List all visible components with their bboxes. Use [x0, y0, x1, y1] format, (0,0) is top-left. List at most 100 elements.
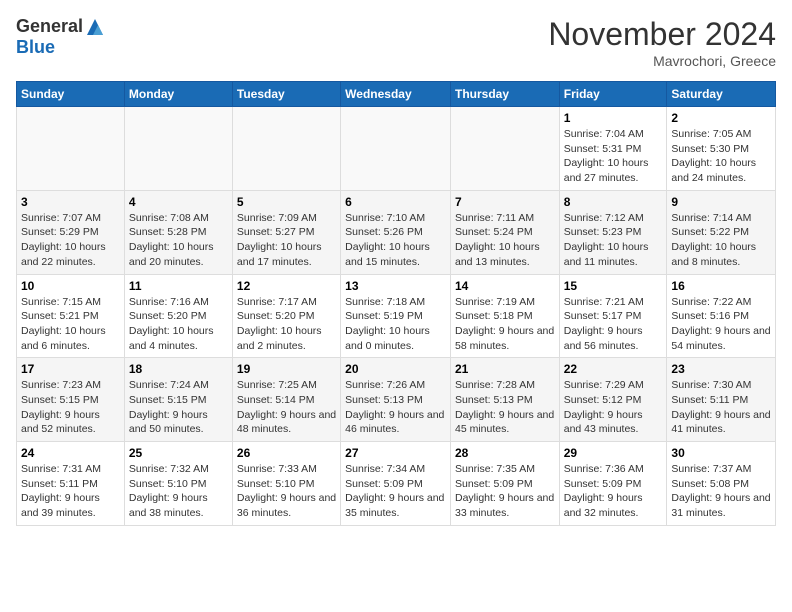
day-info: Sunrise: 7:14 AM Sunset: 5:22 PM Dayligh… [671, 211, 771, 270]
calendar-week-5: 24 Sunrise: 7:31 AM Sunset: 5:11 PM Dayli… [17, 442, 776, 526]
day-info: Sunrise: 7:08 AM Sunset: 5:28 PM Dayligh… [129, 211, 228, 270]
calendar-cell: 30 Sunrise: 7:37 AM Sunset: 5:08 PM Dayli… [667, 442, 776, 526]
weekday-header-wednesday: Wednesday [341, 82, 451, 107]
calendar-cell: 19 Sunrise: 7:25 AM Sunset: 5:14 PM Dayli… [232, 358, 340, 442]
day-number: 13 [345, 279, 446, 293]
calendar-week-2: 3 Sunrise: 7:07 AM Sunset: 5:29 PM Daylig… [17, 190, 776, 274]
logo-blue-text: Blue [16, 37, 55, 58]
calendar-cell: 22 Sunrise: 7:29 AM Sunset: 5:12 PM Dayli… [559, 358, 667, 442]
day-number: 14 [455, 279, 555, 293]
day-info: Sunrise: 7:07 AM Sunset: 5:29 PM Dayligh… [21, 211, 120, 270]
day-number: 27 [345, 446, 446, 460]
day-info: Sunrise: 7:32 AM Sunset: 5:10 PM Dayligh… [129, 462, 228, 521]
calendar-cell [232, 107, 340, 191]
page-header: General Blue November 2024 Mavrochori, G… [16, 16, 776, 69]
calendar-cell: 28 Sunrise: 7:35 AM Sunset: 5:09 PM Dayli… [450, 442, 559, 526]
day-info: Sunrise: 7:12 AM Sunset: 5:23 PM Dayligh… [564, 211, 663, 270]
calendar-cell [450, 107, 559, 191]
calendar-cell: 1 Sunrise: 7:04 AM Sunset: 5:31 PM Daylig… [559, 107, 667, 191]
day-number: 5 [237, 195, 336, 209]
calendar-cell: 6 Sunrise: 7:10 AM Sunset: 5:26 PM Daylig… [341, 190, 451, 274]
day-number: 29 [564, 446, 663, 460]
day-info: Sunrise: 7:34 AM Sunset: 5:09 PM Dayligh… [345, 462, 446, 521]
day-number: 10 [21, 279, 120, 293]
calendar-cell: 11 Sunrise: 7:16 AM Sunset: 5:20 PM Dayli… [124, 274, 232, 358]
calendar-cell: 7Sunrise: 7:11 AM Sunset: 5:24 PM Daylig… [450, 190, 559, 274]
day-number: 1 [564, 111, 663, 125]
calendar-cell: 12 Sunrise: 7:17 AM Sunset: 5:20 PM Dayli… [232, 274, 340, 358]
day-info: Sunrise: 7:35 AM Sunset: 5:09 PM Dayligh… [455, 462, 555, 521]
calendar-cell: 10 Sunrise: 7:15 AM Sunset: 5:21 PM Dayli… [17, 274, 125, 358]
day-info: Sunrise: 7:25 AM Sunset: 5:14 PM Dayligh… [237, 378, 336, 437]
calendar-cell: 24 Sunrise: 7:31 AM Sunset: 5:11 PM Dayli… [17, 442, 125, 526]
calendar-cell: 8 Sunrise: 7:12 AM Sunset: 5:23 PM Daylig… [559, 190, 667, 274]
calendar-cell: 25 Sunrise: 7:32 AM Sunset: 5:10 PM Dayli… [124, 442, 232, 526]
calendar-cell: 27 Sunrise: 7:34 AM Sunset: 5:09 PM Dayli… [341, 442, 451, 526]
calendar-cell: 26 Sunrise: 7:33 AM Sunset: 5:10 PM Dayli… [232, 442, 340, 526]
day-number: 20 [345, 362, 446, 376]
day-info: Sunrise: 7:04 AM Sunset: 5:31 PM Dayligh… [564, 127, 663, 186]
calendar-cell: 2Sunrise: 7:05 AM Sunset: 5:30 PM Daylig… [667, 107, 776, 191]
calendar-cell: 4 Sunrise: 7:08 AM Sunset: 5:28 PM Daylig… [124, 190, 232, 274]
day-info: Sunrise: 7:22 AM Sunset: 5:16 PM Dayligh… [671, 295, 771, 354]
calendar-cell: 9 Sunrise: 7:14 AM Sunset: 5:22 PM Daylig… [667, 190, 776, 274]
day-info: Sunrise: 7:26 AM Sunset: 5:13 PM Dayligh… [345, 378, 446, 437]
day-number: 19 [237, 362, 336, 376]
day-number: 15 [564, 279, 663, 293]
calendar-cell: 17 Sunrise: 7:23 AM Sunset: 5:15 PM Dayli… [17, 358, 125, 442]
day-number: 28 [455, 446, 555, 460]
day-number: 12 [237, 279, 336, 293]
day-number: 8 [564, 195, 663, 209]
day-info: Sunrise: 7:18 AM Sunset: 5:19 PM Dayligh… [345, 295, 446, 354]
day-info: Sunrise: 7:30 AM Sunset: 5:11 PM Dayligh… [671, 378, 771, 437]
day-info: Sunrise: 7:10 AM Sunset: 5:26 PM Dayligh… [345, 211, 446, 270]
day-info: Sunrise: 7:11 AM Sunset: 5:24 PM Dayligh… [455, 211, 555, 270]
calendar-cell: 29Sunrise: 7:36 AM Sunset: 5:09 PM Dayli… [559, 442, 667, 526]
day-number: 21 [455, 362, 555, 376]
day-number: 3 [21, 195, 120, 209]
calendar-week-4: 17 Sunrise: 7:23 AM Sunset: 5:15 PM Dayli… [17, 358, 776, 442]
calendar-week-1: 1 Sunrise: 7:04 AM Sunset: 5:31 PM Daylig… [17, 107, 776, 191]
day-info: Sunrise: 7:19 AM Sunset: 5:18 PM Dayligh… [455, 295, 555, 354]
calendar-table: SundayMondayTuesdayWednesdayThursdayFrid… [16, 81, 776, 526]
logo-general-text: General [16, 16, 83, 37]
day-number: 24 [21, 446, 120, 460]
day-info: Sunrise: 7:28 AM Sunset: 5:13 PM Dayligh… [455, 378, 555, 437]
weekday-header-row: SundayMondayTuesdayWednesdayThursdayFrid… [17, 82, 776, 107]
day-info: Sunrise: 7:17 AM Sunset: 5:20 PM Dayligh… [237, 295, 336, 354]
day-number: 6 [345, 195, 446, 209]
day-info: Sunrise: 7:15 AM Sunset: 5:21 PM Dayligh… [21, 295, 120, 354]
day-number: 26 [237, 446, 336, 460]
day-number: 23 [671, 362, 771, 376]
day-number: 17 [21, 362, 120, 376]
calendar-week-3: 10 Sunrise: 7:15 AM Sunset: 5:21 PM Dayli… [17, 274, 776, 358]
day-number: 11 [129, 279, 228, 293]
calendar-cell [17, 107, 125, 191]
weekday-header-sunday: Sunday [17, 82, 125, 107]
calendar-cell: 23 Sunrise: 7:30 AM Sunset: 5:11 PM Dayli… [667, 358, 776, 442]
day-info: Sunrise: 7:05 AM Sunset: 5:30 PM Dayligh… [671, 127, 771, 186]
day-number: 18 [129, 362, 228, 376]
day-info: Sunrise: 7:29 AM Sunset: 5:12 PM Dayligh… [564, 378, 663, 437]
day-info: Sunrise: 7:16 AM Sunset: 5:20 PM Dayligh… [129, 295, 228, 354]
day-info: Sunrise: 7:24 AM Sunset: 5:15 PM Dayligh… [129, 378, 228, 437]
day-number: 30 [671, 446, 771, 460]
day-number: 4 [129, 195, 228, 209]
calendar-cell: 14 Sunrise: 7:19 AM Sunset: 5:18 PM Dayli… [450, 274, 559, 358]
day-number: 9 [671, 195, 771, 209]
weekday-header-tuesday: Tuesday [232, 82, 340, 107]
day-number: 25 [129, 446, 228, 460]
weekday-header-friday: Friday [559, 82, 667, 107]
calendar-cell: 16Sunrise: 7:22 AM Sunset: 5:16 PM Dayli… [667, 274, 776, 358]
calendar-cell: 13 Sunrise: 7:18 AM Sunset: 5:19 PM Dayli… [341, 274, 451, 358]
day-info: Sunrise: 7:31 AM Sunset: 5:11 PM Dayligh… [21, 462, 120, 521]
day-info: Sunrise: 7:33 AM Sunset: 5:10 PM Dayligh… [237, 462, 336, 521]
day-info: Sunrise: 7:37 AM Sunset: 5:08 PM Dayligh… [671, 462, 771, 521]
logo-icon [85, 17, 105, 37]
day-number: 22 [564, 362, 663, 376]
day-info: Sunrise: 7:09 AM Sunset: 5:27 PM Dayligh… [237, 211, 336, 270]
logo: General Blue [16, 16, 105, 58]
calendar-cell [341, 107, 451, 191]
day-info: Sunrise: 7:23 AM Sunset: 5:15 PM Dayligh… [21, 378, 120, 437]
calendar-cell: 20 Sunrise: 7:26 AM Sunset: 5:13 PM Dayli… [341, 358, 451, 442]
